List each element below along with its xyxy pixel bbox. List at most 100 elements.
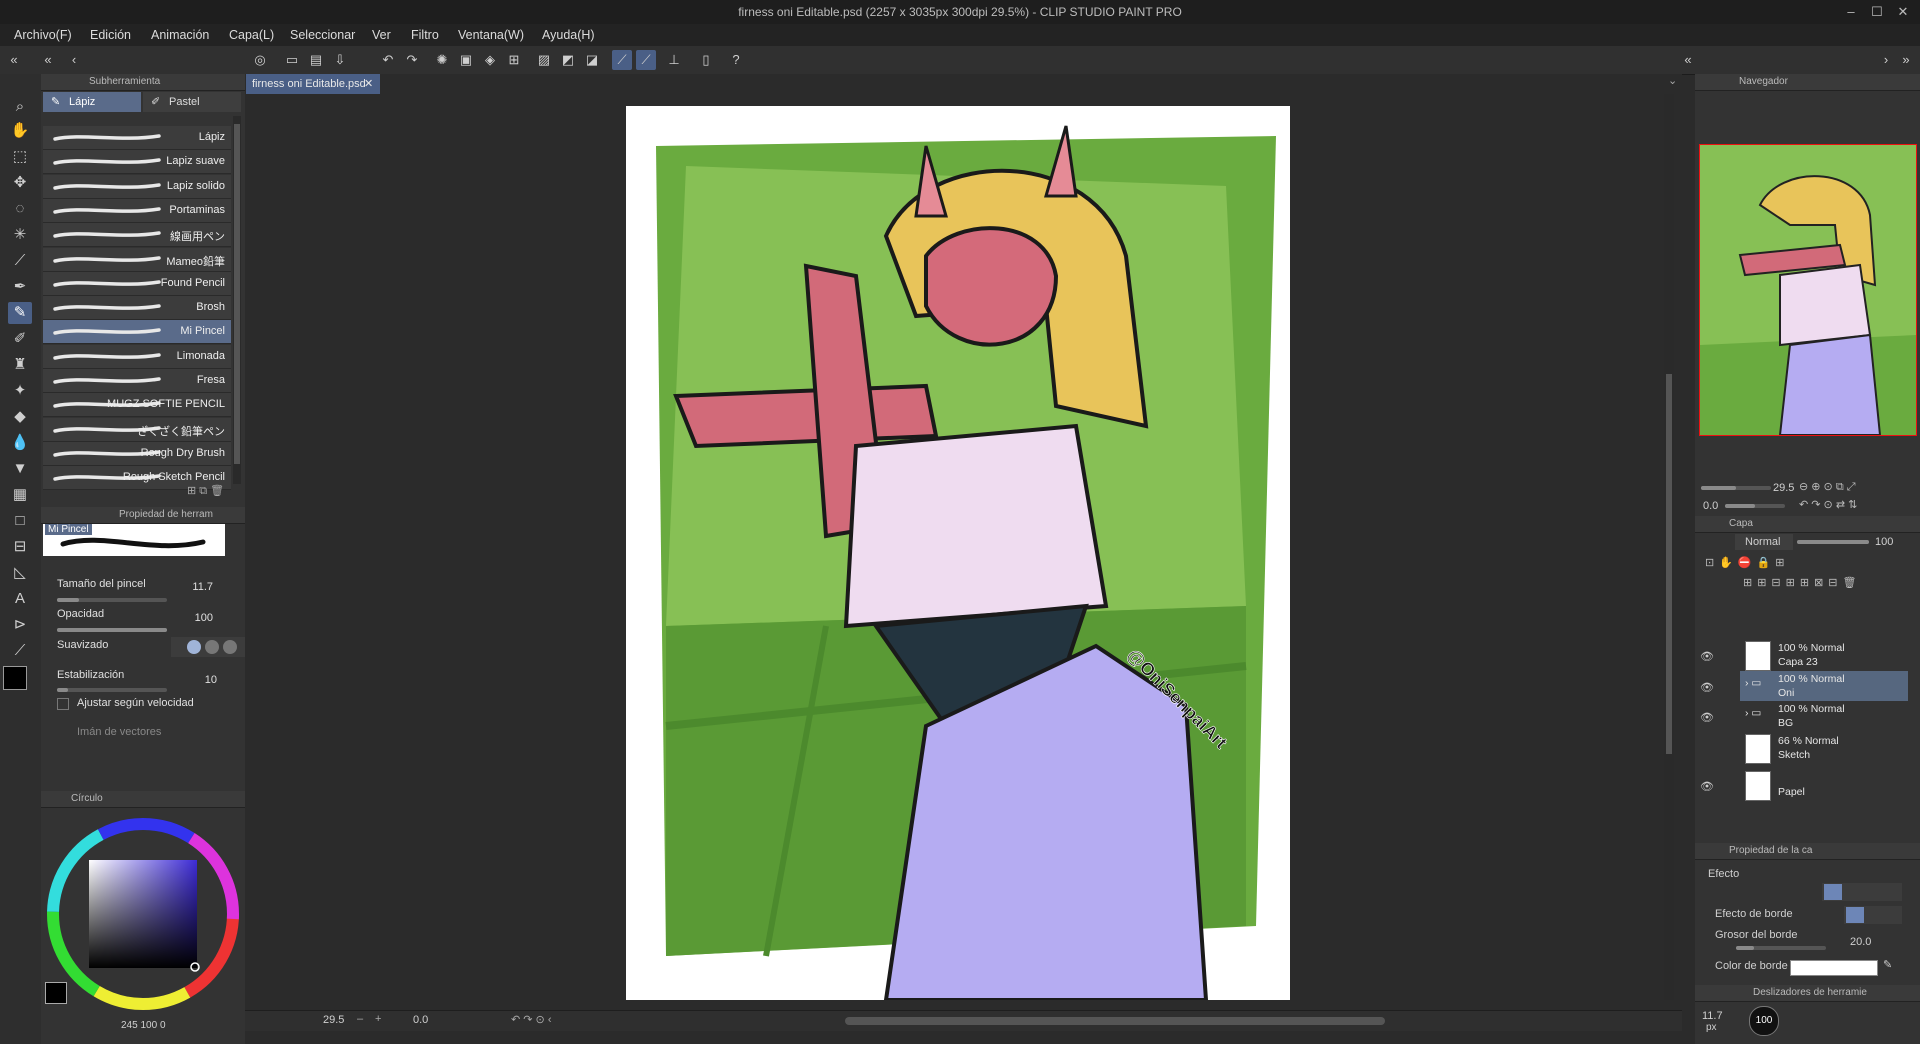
maximize-button[interactable]: ☐ xyxy=(1864,2,1890,22)
navigator-zoom-icons[interactable]: ⊖ ⊕ ⊙ ⧉ ⤢ xyxy=(1799,480,1856,494)
border-width-slider[interactable] xyxy=(1736,946,1826,950)
clear-icon[interactable]: ✺ xyxy=(432,50,452,70)
snap-grid-icon[interactable]: ⊥ xyxy=(664,50,684,70)
eyedropper-icon[interactable]: ✎ xyxy=(1883,958,1892,971)
layer-action-icons[interactable]: ⊞⊞⊟⊞⊞⊠⊟🗑 xyxy=(1743,576,1861,589)
layer-visibility-icon[interactable]: 👁 xyxy=(1700,711,1714,724)
lasso-tool-icon[interactable]: ◌ xyxy=(8,198,32,220)
menu-ventana[interactable]: Ventana(W) xyxy=(458,28,524,42)
color-wheel[interactable] xyxy=(43,814,243,1014)
menu-ver[interactable]: Ver xyxy=(372,28,391,42)
tab-pastel[interactable]: ✐ Pastel xyxy=(143,92,241,112)
brush-tool-icon[interactable]: ✐ xyxy=(8,328,32,350)
brush-item[interactable]: Found Pencil xyxy=(43,271,231,296)
bottom-brush-size[interactable]: 11.7 xyxy=(1702,1010,1723,1022)
brush-item[interactable]: Lapiz solido xyxy=(43,174,231,199)
border-width-value[interactable]: 20.0 xyxy=(1850,936,1871,948)
layer-visibility-icon[interactable]: 👁 xyxy=(1700,650,1714,663)
expand-icon[interactable]: « xyxy=(1678,50,1698,70)
menu-edicion[interactable]: Edición xyxy=(90,28,131,42)
menu-seleccionar[interactable]: Seleccionar xyxy=(290,28,355,42)
snap-ruler-icon[interactable]: ⟋ xyxy=(612,50,632,70)
canvas-menu-icon[interactable]: ⌄ xyxy=(1668,74,1677,87)
close-tab-icon[interactable]: ✕ xyxy=(364,77,373,90)
brush-item[interactable]: Fresa xyxy=(43,369,231,393)
color-main-swatch[interactable] xyxy=(45,982,67,1004)
menu-archivo[interactable]: Archivo(F) xyxy=(14,28,72,42)
text-tool-icon[interactable]: A xyxy=(8,588,32,610)
navigator-zoom-slider[interactable] xyxy=(1701,486,1771,490)
navigator-preview[interactable] xyxy=(1699,144,1917,436)
brush-list-scrollbar[interactable] xyxy=(233,116,241,484)
rotate-icons[interactable]: ↶ ↷ ⊙ ‹ xyxy=(511,1013,551,1026)
crop-icon[interactable]: ◩ xyxy=(558,50,578,70)
brush-size-slider[interactable] xyxy=(57,598,167,602)
effect-buttons[interactable] xyxy=(1822,883,1902,901)
pencil-tool-icon[interactable]: ✎ xyxy=(8,302,32,324)
eraser-tool-icon[interactable]: ◆ xyxy=(8,406,32,428)
blend-tool-icon[interactable]: 💧 xyxy=(8,432,32,454)
bottom-opacity-knob[interactable]: 100 xyxy=(1749,1006,1779,1036)
canvas-paper[interactable]: @OniSenpaiArt xyxy=(626,106,1290,1002)
layer-opacity-slider[interactable] xyxy=(1797,540,1869,544)
collapse-left-icon-2[interactable]: « xyxy=(38,50,58,70)
menu-capa[interactable]: Capa(L) xyxy=(229,28,274,42)
magic-wand-icon[interactable]: ✳ xyxy=(8,224,32,246)
help-icon[interactable]: ? xyxy=(726,50,746,70)
hand-tool-icon[interactable]: ✋ xyxy=(8,120,32,142)
deselect-icon[interactable]: ▨ xyxy=(534,50,554,70)
status-zoom[interactable]: 29.5 xyxy=(323,1014,344,1026)
subtool-actions[interactable]: ⊞ ⧉ 🗑 xyxy=(187,484,224,498)
stabilization-slider[interactable] xyxy=(57,688,167,692)
fill-icon[interactable]: ◈ xyxy=(480,50,500,70)
airbrush-tool-icon[interactable]: ♜ xyxy=(8,354,32,376)
border-color-swatch[interactable] xyxy=(1790,960,1878,976)
companion-icon[interactable]: ▯ xyxy=(696,50,716,70)
clear-outside-icon[interactable]: ▣ xyxy=(456,50,476,70)
next-icon[interactable]: › xyxy=(1876,50,1896,70)
zoom-out-icon[interactable]: – xyxy=(357,1013,363,1025)
brush-item[interactable]: ざくざく鉛筆ペン xyxy=(43,417,231,442)
canvas-horizontal-scrollbar[interactable] xyxy=(845,1017,1385,1025)
clip-studio-icon[interactable]: ◎ xyxy=(250,50,270,70)
fill-tool-icon[interactable]: ▼ xyxy=(8,458,32,480)
decoration-tool-icon[interactable]: ✦ xyxy=(8,380,32,402)
navigator-zoom-value[interactable]: 29.5 xyxy=(1773,482,1794,494)
collapse-right-icon[interactable]: » xyxy=(1896,50,1916,70)
brush-item[interactable]: Lápiz xyxy=(43,126,231,150)
layer-visibility-icon[interactable]: 👁 xyxy=(1700,780,1714,793)
figure-tool-icon[interactable]: □ xyxy=(8,510,32,532)
brush-item[interactable]: Lapiz suave xyxy=(43,150,231,175)
minimize-button[interactable]: – xyxy=(1838,2,1864,22)
zoom-in-icon[interactable]: + xyxy=(375,1013,381,1025)
navigator-rotate-icons[interactable]: ↶ ↷ ⊙ ⇄ ⇅ xyxy=(1799,498,1857,511)
brush-item[interactable]: Mameo鉛筆 xyxy=(43,247,231,272)
navigator-angle-value[interactable]: 0.0 xyxy=(1703,500,1718,512)
frame-tool-icon[interactable]: ⊟ xyxy=(8,536,32,558)
zoom-tool-icon[interactable]: ⌕ xyxy=(8,96,32,118)
menu-animacion[interactable]: Animación xyxy=(151,28,209,42)
new-file-icon[interactable]: ▭ xyxy=(282,50,302,70)
brush-item[interactable]: Brosh xyxy=(43,296,231,321)
redo-icon[interactable]: ↷ xyxy=(402,50,422,70)
border-effect-toggle[interactable] xyxy=(1844,906,1902,924)
layer-lock-icons[interactable]: ⊡✋⛔🔒⊞ xyxy=(1705,556,1790,569)
layer-opacity-value[interactable]: 100 xyxy=(1875,536,1893,548)
blend-mode-select[interactable]: Normal xyxy=(1735,534,1793,550)
move-tool-icon[interactable]: ✥ xyxy=(8,172,32,194)
close-button[interactable]: ✕ xyxy=(1890,2,1916,22)
gradient-tool-icon[interactable]: ▦ xyxy=(8,484,32,506)
layer-folder-icon[interactable]: › ▭ xyxy=(1745,707,1761,719)
brush-item[interactable]: Rough Dry Brush xyxy=(43,441,231,466)
menu-filtro[interactable]: Filtro xyxy=(411,28,439,42)
brush-item[interactable]: Mi Pincel xyxy=(43,320,231,345)
opacity-value[interactable]: 100 xyxy=(161,612,213,624)
speed-checkbox[interactable] xyxy=(57,698,69,710)
canvas-vertical-scrollbar[interactable] xyxy=(1664,94,1674,1000)
brush-size-value[interactable]: 11.7 xyxy=(161,581,213,593)
main-color-swatch[interactable] xyxy=(3,666,27,690)
ruler-tool-icon[interactable]: ◺ xyxy=(8,562,32,584)
undo-icon[interactable]: ↶ xyxy=(378,50,398,70)
layer-folder-icon[interactable]: › ▭ xyxy=(1745,677,1761,689)
pen-tool-icon[interactable]: ✒ xyxy=(8,276,32,298)
